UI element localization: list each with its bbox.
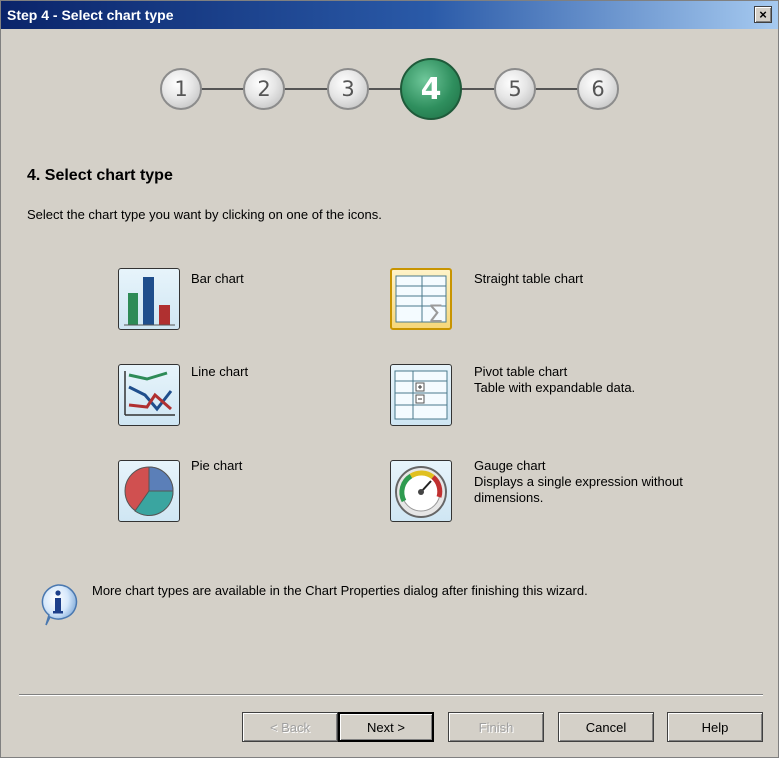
window-title: Step 4 - Select chart type [7,7,174,23]
straight-table-button[interactable]: Σ [390,268,452,330]
wizard-dialog: Step 4 - Select chart type × 1 2 3 4 5 6… [0,0,779,758]
pie-chart-label[interactable]: Pie chart [191,458,242,474]
pivot-table-label[interactable]: Pivot table chart Table with expandable … [474,364,635,396]
info-icon [38,583,78,627]
close-button[interactable]: × [754,6,772,23]
close-icon: × [759,7,767,22]
pivot-table-button[interactable] [390,364,452,426]
pivot-table-title: Pivot table chart [474,364,568,379]
line-chart-label[interactable]: Line chart [191,364,248,380]
line-chart-button[interactable] [118,364,180,426]
gauge-chart-description-1: Displays a single expression without [474,474,683,489]
back-button[interactable]: < Back [242,712,338,742]
step-4-current: 4 [400,58,462,120]
pivot-table-icon [394,370,448,420]
bar-chart-label[interactable]: Bar chart [191,271,244,287]
pivot-table-description: Table with expandable data. [474,380,636,395]
step-3: 3 [327,68,369,110]
info-text: More chart types are available in the Ch… [92,583,588,598]
svg-text:Σ: Σ [428,300,443,328]
pie-chart-icon [124,466,174,517]
gauge-chart-button[interactable] [390,460,452,522]
help-button[interactable]: Help [667,712,763,742]
step-6: 6 [577,68,619,110]
step-1: 1 [160,68,202,110]
page-title: 4. Select chart type [27,167,173,184]
finish-button[interactable]: Finish [448,712,544,742]
gauge-chart-icon [395,466,447,518]
cancel-button[interactable]: Cancel [558,712,654,742]
step-2: 2 [243,68,285,110]
straight-table-label[interactable]: Straight table chart [474,271,583,287]
next-button[interactable]: Next > [338,712,434,742]
pie-chart-button[interactable] [118,460,180,522]
line-chart-icon [124,371,175,416]
bar-chart-button[interactable] [118,268,180,330]
step-indicator: 1 2 3 4 5 6 [1,57,778,121]
separator [19,694,763,696]
bar-chart-icon [124,277,175,326]
gauge-chart-description-2: dimensions. [474,490,544,505]
title-bar: Step 4 - Select chart type × [1,1,778,29]
step-5: 5 [494,68,536,110]
gauge-chart-label[interactable]: Gauge chart Displays a single expression… [474,458,683,506]
gauge-chart-title: Gauge chart [474,458,546,473]
straight-table-icon: Σ [395,275,447,328]
instruction-text: Select the chart type you want by clicki… [27,207,382,222]
